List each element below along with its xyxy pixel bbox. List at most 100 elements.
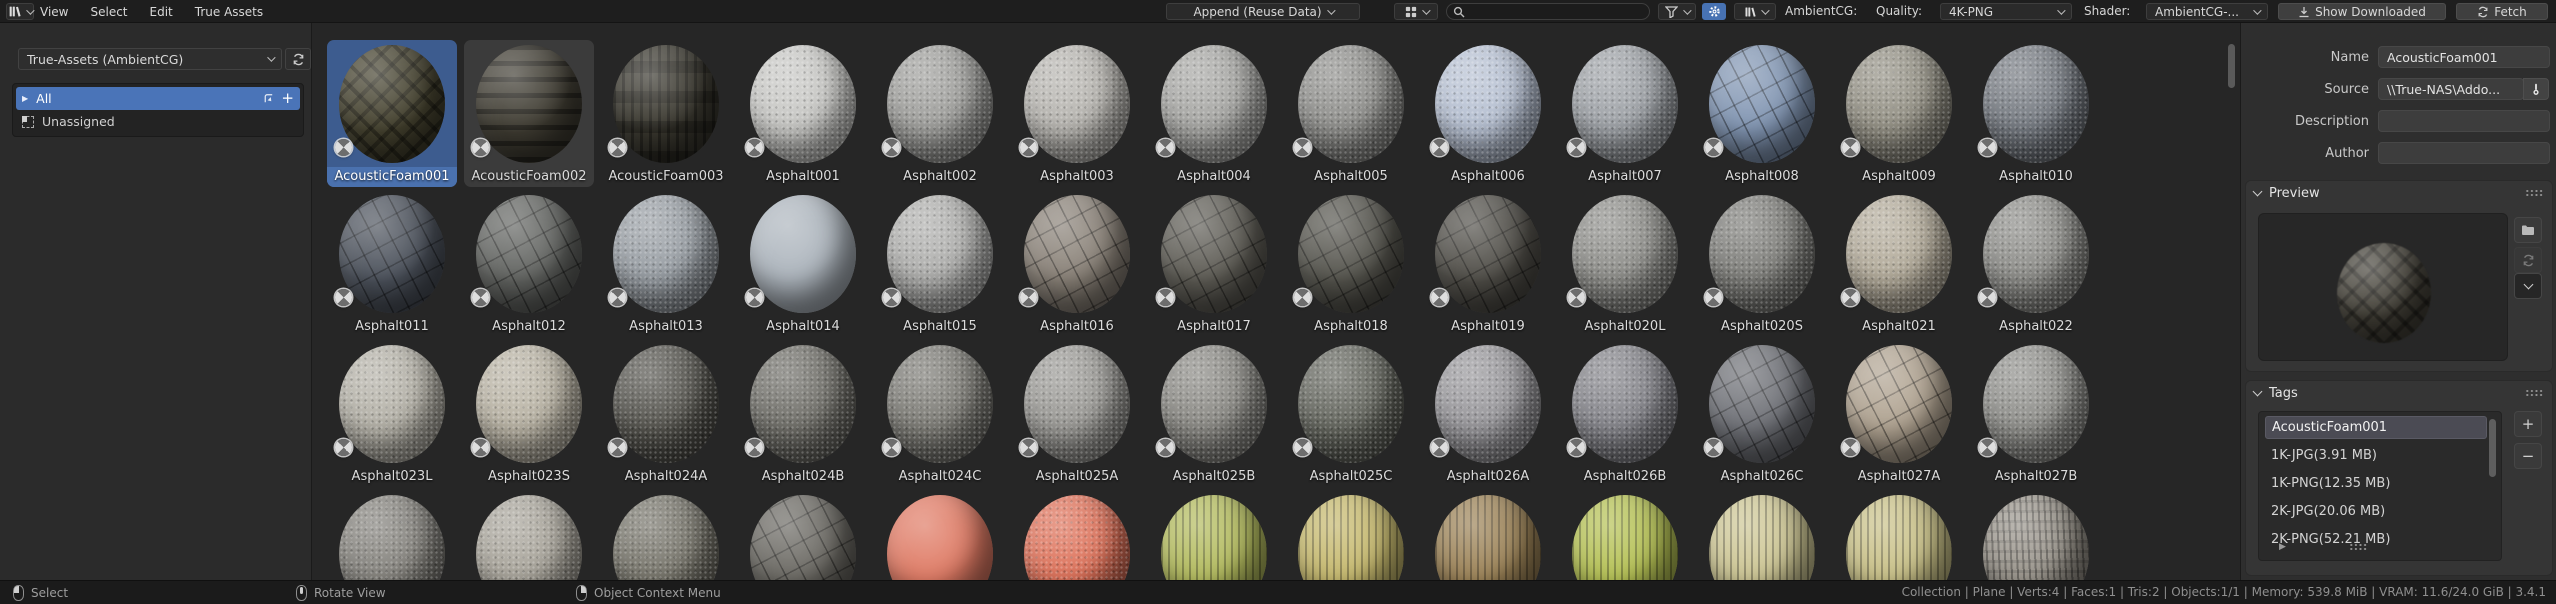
asset-tile-asphalt024c[interactable]: Asphalt024C xyxy=(875,340,1005,487)
field-value-description[interactable] xyxy=(2378,110,2550,132)
asset-shelf-button[interactable] xyxy=(1734,3,1776,20)
asset-label: Asphalt005 xyxy=(1286,167,1416,187)
preview-panel-header[interactable]: Preview xyxy=(2246,181,2552,205)
asset-tile-asphalt026a[interactable]: Asphalt026A xyxy=(1423,340,1553,487)
asset-tile-asphalt019[interactable]: Asphalt019 xyxy=(1423,190,1553,337)
resize-grip-icon[interactable] xyxy=(2349,543,2368,551)
menu-edit[interactable]: Edit xyxy=(150,5,173,19)
tags-panel-header[interactable]: Tags xyxy=(2246,381,2552,405)
source-tools-button[interactable] xyxy=(2523,78,2549,100)
shader-dropdown[interactable]: AmbientCG-... xyxy=(2146,3,2268,20)
remove-tag-button[interactable]: − xyxy=(2514,443,2542,469)
asset-tile-asphalt028a[interactable]: Asphalt028A xyxy=(464,490,594,580)
refresh-preview-button[interactable] xyxy=(2514,247,2542,273)
asset-tile-asphalt023l[interactable]: Asphalt023L xyxy=(327,340,457,487)
asset-tile-asphalt008[interactable]: Asphalt008 xyxy=(1697,40,1827,187)
asset-tile-unlabeled[interactable] xyxy=(1012,490,1142,580)
tag-item-1k-jpg-3-91-mb[interactable]: 1K-JPG(3.91 MB) xyxy=(2265,444,2487,467)
asset-tile-asphalt002[interactable]: Asphalt002 xyxy=(875,40,1005,187)
asset-tile-acousticfoam002[interactable]: AcousticFoam002 xyxy=(464,40,594,187)
asset-grid[interactable]: AcousticFoam001AcousticFoam002AcousticFo… xyxy=(312,23,2240,580)
asset-tile-asphalt023s[interactable]: Asphalt023S xyxy=(464,340,594,487)
asset-tile-asphalt017[interactable]: Asphalt017 xyxy=(1149,190,1279,337)
add-catalog-icon[interactable]: + xyxy=(281,91,294,106)
asset-tile-asphalt027c[interactable]: Asphalt027C xyxy=(327,490,457,580)
asset-tile-asphalt010[interactable]: Asphalt010 xyxy=(1971,40,2101,187)
menu-true-assets[interactable]: True Assets xyxy=(195,5,263,19)
panel-grip-icon[interactable] xyxy=(2525,389,2544,397)
expand-triangle-icon[interactable]: ▶ xyxy=(2279,542,2286,552)
asset-tile-asphalt015[interactable]: Asphalt015 xyxy=(875,190,1005,337)
asset-tile-asphalt006[interactable]: Asphalt006 xyxy=(1423,40,1553,187)
grid-scrollbar[interactable] xyxy=(2228,44,2235,88)
library-refresh-button[interactable] xyxy=(285,48,311,70)
asset-tile-asphalt028b[interactable]: Asphalt028B xyxy=(601,490,731,580)
panel-grip-icon[interactable] xyxy=(2525,189,2544,197)
catalog-item-all[interactable]: ▶All+ xyxy=(16,87,300,110)
asset-tile-asphalt024b[interactable]: Asphalt024B xyxy=(738,340,868,487)
field-value-name[interactable]: AcousticFoam001 xyxy=(2378,46,2550,68)
catalog-item-unassigned[interactable]: Unassigned xyxy=(16,110,300,133)
tag-item-2k-jpg-20-06-mb[interactable]: 2K-JPG(20.06 MB) xyxy=(2265,500,2487,523)
asset-tile-acousticfoam003[interactable]: AcousticFoam003 xyxy=(601,40,731,187)
asset-tile-unlabeled[interactable] xyxy=(738,490,868,580)
quality-dropdown[interactable]: 4K-PNG xyxy=(1940,3,2072,20)
display-mode-button[interactable] xyxy=(1394,3,1438,20)
asset-tile-unlabeled[interactable] xyxy=(875,490,1005,580)
tags-scrollbar[interactable] xyxy=(2489,419,2496,477)
asset-tile-unlabeled[interactable] xyxy=(1286,490,1416,580)
asset-tile-asphalt007[interactable]: Asphalt007 xyxy=(1560,40,1690,187)
preview-more-button[interactable] xyxy=(2514,273,2542,299)
fetch-button[interactable]: Fetch xyxy=(2456,3,2548,20)
menu-select[interactable]: Select xyxy=(90,5,127,19)
asset-tile-asphalt027a[interactable]: Asphalt027A xyxy=(1834,340,1964,487)
asset-library-dropdown[interactable]: True-Assets (AmbientCG) xyxy=(18,48,282,70)
asset-tile-unlabeled[interactable] xyxy=(1971,490,2101,580)
asset-tile-asphalt025c[interactable]: Asphalt025C xyxy=(1286,340,1416,487)
asset-tile-unlabeled[interactable] xyxy=(1697,490,1827,580)
search-input[interactable] xyxy=(1470,5,1643,19)
asset-tile-asphalt012[interactable]: Asphalt012 xyxy=(464,190,594,337)
asset-tile-asphalt014[interactable]: Asphalt014 xyxy=(738,190,868,337)
asset-tile-asphalt009[interactable]: Asphalt009 xyxy=(1834,40,1964,187)
asset-tile-asphalt021[interactable]: Asphalt021 xyxy=(1834,190,1964,337)
asset-tile-asphalt018[interactable]: Asphalt018 xyxy=(1286,190,1416,337)
asset-tile-acousticfoam001[interactable]: AcousticFoam001 xyxy=(327,40,457,187)
asset-tile-asphalt020s[interactable]: Asphalt020S xyxy=(1697,190,1827,337)
asset-tile-asphalt013[interactable]: Asphalt013 xyxy=(601,190,731,337)
asset-tile-asphalt003[interactable]: Asphalt003 xyxy=(1012,40,1142,187)
asset-tile-unlabeled[interactable] xyxy=(1149,490,1279,580)
menu-view[interactable]: View xyxy=(40,5,68,19)
tag-item-1k-png-12-35-mb[interactable]: 1K-PNG(12.35 MB) xyxy=(2265,472,2487,495)
asset-tile-asphalt011[interactable]: Asphalt011 xyxy=(327,190,457,337)
asset-tile-asphalt020l[interactable]: Asphalt020L xyxy=(1560,190,1690,337)
asset-tile-asphalt026c[interactable]: Asphalt026C xyxy=(1697,340,1827,487)
asset-tile-asphalt016[interactable]: Asphalt016 xyxy=(1012,190,1142,337)
show-downloaded-button[interactable]: Show Downloaded xyxy=(2278,3,2446,20)
asset-tile-asphalt027b[interactable]: Asphalt027B xyxy=(1971,340,2101,487)
field-value-source[interactable]: \\True-NAS\Addo... xyxy=(2378,78,2524,100)
import-method-dropdown[interactable]: Append (Reuse Data) xyxy=(1166,3,1360,20)
asset-tile-asphalt026b[interactable]: Asphalt026B xyxy=(1560,340,1690,487)
asset-tile-unlabeled[interactable] xyxy=(1560,490,1690,580)
move-to-catalog-icon[interactable] xyxy=(262,92,275,105)
asset-tile-asphalt005[interactable]: Asphalt005 xyxy=(1286,40,1416,187)
asset-tile-asphalt024a[interactable]: Asphalt024A xyxy=(601,340,731,487)
asset-tile-asphalt025b[interactable]: Asphalt025B xyxy=(1149,340,1279,487)
filter-button[interactable] xyxy=(1658,3,1696,20)
load-preview-button[interactable] xyxy=(2514,217,2542,243)
editor-type-button[interactable] xyxy=(6,3,34,20)
asset-tile-unlabeled[interactable] xyxy=(1834,490,1964,580)
add-tag-button[interactable]: + xyxy=(2514,411,2542,437)
tags-list[interactable]: AcousticFoam001 1K-JPG(3.91 MB) 1K-PNG(12.… xyxy=(2258,411,2502,561)
search-field[interactable] xyxy=(1446,3,1650,20)
triangle-right-icon[interactable]: ▶ xyxy=(22,94,28,103)
asset-tile-asphalt025a[interactable]: Asphalt025A xyxy=(1012,340,1142,487)
asset-tile-asphalt022[interactable]: Asphalt022 xyxy=(1971,190,2101,337)
addon-preferences-button[interactable] xyxy=(1702,3,1726,20)
asset-tile-asphalt001[interactable]: Asphalt001 xyxy=(738,40,868,187)
asset-tile-unlabeled[interactable] xyxy=(1423,490,1553,580)
field-value-author[interactable] xyxy=(2378,142,2550,164)
asset-tile-asphalt004[interactable]: Asphalt004 xyxy=(1149,40,1279,187)
tag-item-acousticfoam001[interactable]: AcousticFoam001 xyxy=(2265,416,2487,439)
